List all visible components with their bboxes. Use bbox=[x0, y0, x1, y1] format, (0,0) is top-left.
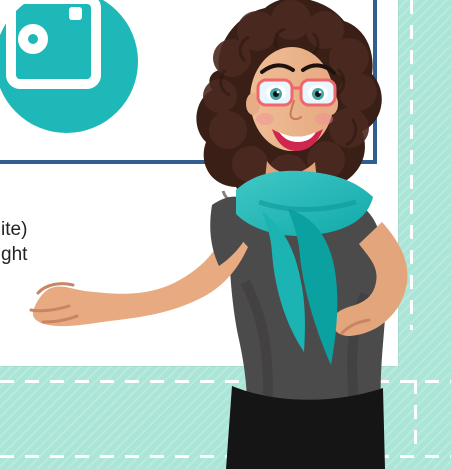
woman-with-teal-scarf bbox=[29, 0, 408, 469]
presentation-scene: ite) ght bbox=[0, 0, 451, 469]
